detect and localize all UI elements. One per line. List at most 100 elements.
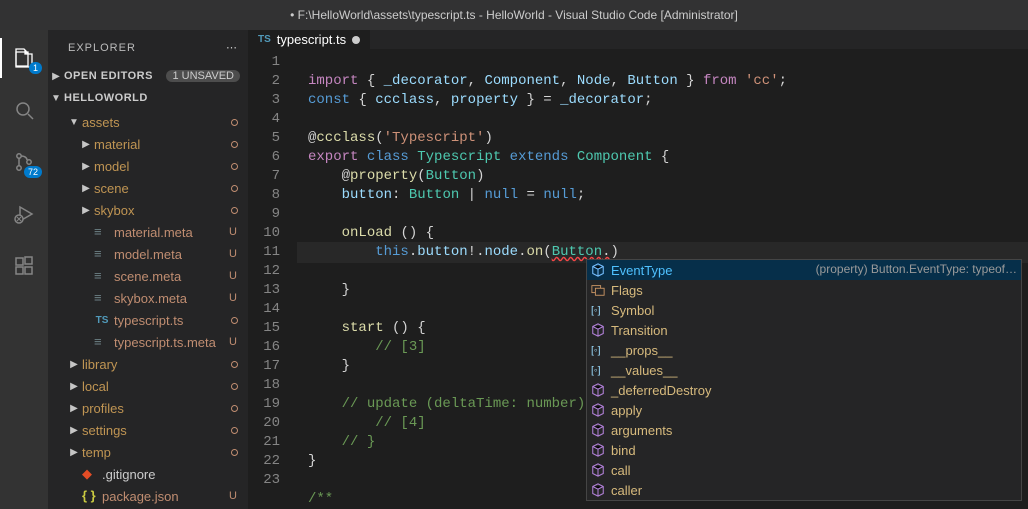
tree-item[interactable]: ▶local [48, 375, 248, 397]
tree-item-label: .gitignore [102, 467, 240, 482]
intellisense-item[interactable]: apply [587, 400, 1021, 420]
explorer-icon[interactable]: 1 [0, 38, 48, 78]
editor-tabs: TS typescript.ts [248, 30, 1028, 49]
tree-item-label: model.meta [114, 247, 226, 262]
git-status: U [226, 336, 240, 348]
search-icon[interactable] [0, 90, 48, 130]
intellisense-label: _deferredDestroy [611, 381, 711, 400]
code-editor[interactable]: 1234567891011121314151617181920212223 im… [248, 49, 1028, 509]
debug-icon[interactable] [0, 194, 48, 234]
intellisense-item[interactable]: bind [587, 440, 1021, 460]
explorer-header: EXPLORER ⋯ [48, 30, 248, 65]
tree-item[interactable]: ≡model.metaU [48, 243, 248, 265]
git-status: U [226, 226, 240, 238]
svg-text:[◦]: [◦] [591, 305, 601, 317]
intellisense-label: __props__ [611, 341, 672, 360]
modified-dot-icon [231, 317, 238, 324]
modified-dot-icon [231, 185, 238, 192]
tree-item-label: typescript.ts [114, 313, 231, 328]
tree-item[interactable]: ▶settings [48, 419, 248, 441]
tree-item-label: assets [82, 115, 231, 130]
git-status: U [226, 490, 240, 502]
tree-item[interactable]: ◆.gitignore [48, 463, 248, 485]
tree-item-label: scene.meta [114, 269, 226, 284]
intellisense-label: Transition [611, 321, 668, 340]
intellisense-item[interactable]: Flags [587, 280, 1021, 300]
line-gutter: 1234567891011121314151617181920212223 [248, 49, 298, 509]
modified-dot-icon [231, 449, 238, 456]
tree-item-label: material.meta [114, 225, 226, 240]
intellisense-detail: (property) Button.EventType: typeof… [816, 260, 1017, 279]
modified-dot-icon [231, 405, 238, 412]
source-control-icon[interactable]: 72 [0, 142, 48, 182]
intellisense-label: Symbol [611, 301, 654, 320]
tab-typescript[interactable]: TS typescript.ts [248, 30, 371, 49]
tree-item[interactable]: ≡material.metaU [48, 221, 248, 243]
intellisense-label: bind [611, 441, 636, 460]
tree-item-label: profiles [82, 401, 231, 416]
tree-item[interactable]: { }package.jsonU [48, 485, 248, 507]
tree-item[interactable]: ≡scene.metaU [48, 265, 248, 287]
tree-item-label: model [94, 159, 231, 174]
modified-dot-icon [231, 163, 238, 170]
tree-item-label: package.json [102, 489, 226, 504]
tree-item-label: settings [82, 423, 231, 438]
modified-dot-icon [231, 427, 238, 434]
tree-item[interactable]: ▼assets [48, 111, 248, 133]
tree-item-label: local [82, 379, 231, 394]
tree-item-label: scene [94, 181, 231, 196]
tree-item-label: typescript.ts.meta [114, 335, 226, 350]
folder-root-label: HELLOWORLD [64, 92, 240, 104]
modified-dot-icon [231, 383, 238, 390]
tree-item[interactable]: ≡skybox.metaU [48, 287, 248, 309]
extensions-icon[interactable] [0, 246, 48, 286]
explorer-title: EXPLORER [68, 42, 136, 54]
git-status: U [226, 292, 240, 304]
tab-label: typescript.ts [277, 32, 346, 47]
tree-item[interactable]: ▶skybox [48, 199, 248, 221]
intellisense-item[interactable]: _deferredDestroy [587, 380, 1021, 400]
tree-item[interactable]: ▶material [48, 133, 248, 155]
tree-item[interactable]: ▶scene [48, 177, 248, 199]
tree-item[interactable]: ▶temp [48, 441, 248, 463]
svg-text:[◦]: [◦] [591, 365, 601, 377]
open-editors-label: OPEN EDITORS [64, 70, 162, 82]
intellisense-label: arguments [611, 421, 672, 440]
tree-item[interactable]: ≡typescript.ts.metaU [48, 331, 248, 353]
tree-item[interactable]: ▶model [48, 155, 248, 177]
intellisense-item[interactable]: call [587, 460, 1021, 480]
intellisense-label: EventType [611, 261, 672, 280]
window-title: • F:\HelloWorld\assets\typescript.ts - H… [290, 8, 738, 22]
intellisense-item[interactable]: [◦] __values__ [587, 360, 1021, 380]
modified-dot-icon [231, 207, 238, 214]
intellisense-item[interactable]: [◦] Symbol [587, 300, 1021, 320]
tree-item-label: material [94, 137, 231, 152]
more-icon[interactable]: ⋯ [226, 41, 238, 54]
open-editors-section[interactable]: ▶ OPEN EDITORS 1 UNSAVED [48, 65, 248, 87]
dirty-indicator-icon [352, 36, 360, 44]
tree-item-label: temp [82, 445, 231, 460]
unsaved-badge: 1 UNSAVED [166, 70, 240, 82]
folder-root[interactable]: ▼ HELLOWORLD [48, 87, 248, 109]
title-bar: • F:\HelloWorld\assets\typescript.ts - H… [0, 0, 1028, 30]
intellisense-label: __values__ [611, 361, 678, 380]
tree-item-label: skybox.meta [114, 291, 226, 306]
git-status: U [226, 270, 240, 282]
tree-item[interactable]: TStypescript.ts [48, 309, 248, 331]
modified-dot-icon [231, 119, 238, 126]
intellisense-item[interactable]: caller [587, 480, 1021, 500]
intellisense-item[interactable]: Transition [587, 320, 1021, 340]
sidebar-explorer: EXPLORER ⋯ ▶ OPEN EDITORS 1 UNSAVED ▼ HE… [48, 30, 248, 509]
intellisense-item[interactable]: [◦] __props__ [587, 340, 1021, 360]
git-status: U [226, 248, 240, 260]
tree-item-label: library [82, 357, 231, 372]
activity-bar: 1 72 [0, 30, 48, 509]
svg-text:[◦]: [◦] [591, 345, 601, 357]
intellisense-popup[interactable]: (property) Button.EventType: typeof… Eve… [586, 259, 1022, 501]
intellisense-item[interactable]: arguments [587, 420, 1021, 440]
intellisense-label: apply [611, 401, 642, 420]
modified-dot-icon [231, 141, 238, 148]
tree-item[interactable]: ▶profiles [48, 397, 248, 419]
tree-item[interactable]: ▶library [48, 353, 248, 375]
modified-dot-icon [231, 361, 238, 368]
